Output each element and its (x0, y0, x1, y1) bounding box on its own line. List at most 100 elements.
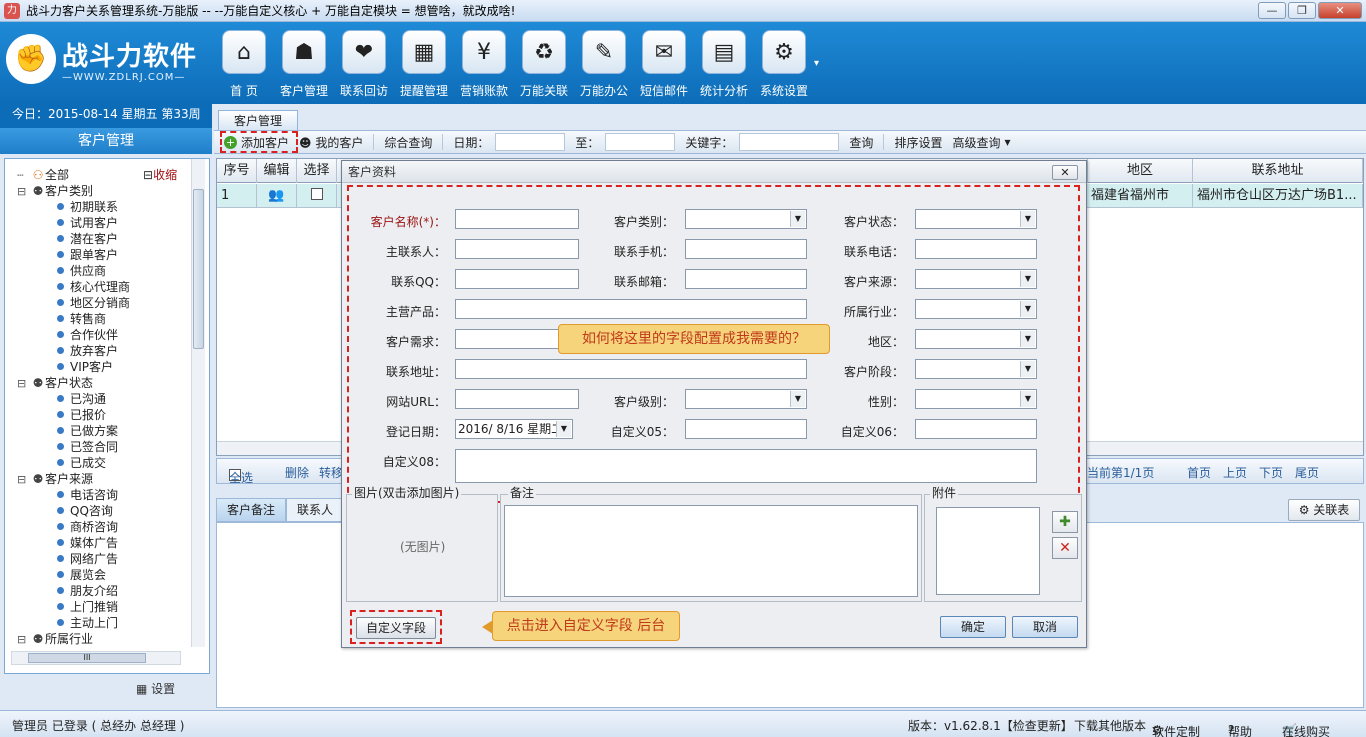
restore-button[interactable]: ❐ (1288, 2, 1316, 19)
custom08-field[interactable] (455, 449, 1037, 483)
my-customers-button[interactable]: ☻ 我的客户 (299, 134, 363, 151)
keyword-input[interactable] (739, 133, 840, 151)
download-other-versions[interactable]: 下载其他版本 (1074, 717, 1146, 734)
tree-leaf-node[interactable]: 展览会 (5, 567, 189, 583)
toolbar-button-7[interactable]: ✎ 万能办公 (574, 22, 634, 104)
industry-select[interactable] (915, 299, 1037, 319)
column-header-index[interactable]: 序号 (217, 159, 257, 183)
website-field[interactable] (455, 389, 579, 409)
customer-name-field[interactable] (455, 209, 579, 229)
column-header-region[interactable]: 地区 (1087, 159, 1193, 183)
tree-leaf-node[interactable]: 上门推销 (5, 599, 189, 615)
toolbar-button-5[interactable]: ¥ 营销账款 (454, 22, 514, 104)
add-attachment-icon[interactable]: ✚ (1052, 511, 1078, 533)
custom06-field[interactable] (915, 419, 1037, 439)
tree-leaf-node[interactable]: 地区分销商 (5, 295, 189, 311)
address-field[interactable] (455, 359, 807, 379)
register-date-picker[interactable]: 2016/ 8/16 星期二 (455, 419, 573, 439)
tree-group-node[interactable]: ⊟ ⚉ 所属行业 (5, 631, 189, 645)
toolbar-button-3[interactable]: ❤ 联系回访 (334, 22, 394, 104)
edit-users-icon[interactable]: 👥 (257, 184, 297, 208)
email-field[interactable] (685, 269, 807, 289)
mobile-field[interactable] (685, 239, 807, 259)
tree-leaf-node[interactable]: 主动上门 (5, 615, 189, 631)
main-product-field[interactable] (455, 299, 807, 319)
delete-button[interactable]: 删除 (285, 464, 309, 481)
attachment-list[interactable] (936, 507, 1040, 595)
tab-customer-notes[interactable]: 客户备注 (216, 498, 287, 522)
collapse-toggle-icon[interactable]: ⊟ (17, 472, 31, 486)
combined-query-button[interactable]: 综合查询 (384, 134, 432, 151)
tab-customer-management[interactable]: 客户管理 (218, 110, 298, 130)
tree-leaf-node[interactable]: 核心代理商 (5, 279, 189, 295)
toolbar-button-6[interactable]: ♻ 万能关联 (514, 22, 574, 104)
chevron-down-icon[interactable]: ▾ (1004, 135, 1010, 149)
tree-vertical-scrollbar[interactable] (191, 159, 205, 647)
tree-leaf-node[interactable]: 初期联系 (5, 199, 189, 215)
tree-leaf-node[interactable]: 媒体广告 (5, 535, 189, 551)
tree-group-node[interactable]: ┄ ⚇ 全部 ⊟收缩 (5, 167, 189, 183)
main-contact-field[interactable] (455, 239, 579, 259)
gender-select[interactable] (915, 389, 1037, 409)
search-button[interactable]: 查询 (849, 134, 873, 151)
minimize-button[interactable]: — (1258, 2, 1286, 19)
last-page-button[interactable]: 尾页 (1295, 464, 1319, 481)
region-select[interactable] (915, 329, 1037, 349)
tree-leaf-node[interactable]: 已做方案 (5, 423, 189, 439)
tree-leaf-node[interactable]: 网络广告 (5, 551, 189, 567)
qq-field[interactable] (455, 269, 579, 289)
tab-contacts[interactable]: 联系人 (286, 498, 345, 522)
tree-leaf-node[interactable]: 放弃客户 (5, 343, 189, 359)
date-to-input[interactable] (605, 133, 676, 151)
prev-page-button[interactable]: 上页 (1223, 464, 1247, 481)
collapse-toggle-icon[interactable]: ⊟ (17, 632, 31, 645)
tree-leaf-node[interactable]: 合作伙伴 (5, 327, 189, 343)
next-page-button[interactable]: 下页 (1259, 464, 1283, 481)
ok-button[interactable]: 确定 (940, 616, 1006, 638)
row-checkbox[interactable] (297, 184, 337, 208)
phone-field[interactable] (915, 239, 1037, 259)
delete-attachment-icon[interactable]: ✕ (1052, 537, 1078, 559)
tree-leaf-node[interactable]: 跟单客户 (5, 247, 189, 263)
advanced-query-button[interactable]: 高级查询 (952, 134, 1000, 151)
settings-link[interactable]: ▦ 设置 (136, 680, 175, 697)
tree-leaf-node[interactable]: 电话咨询 (5, 487, 189, 503)
tree-leaf-node[interactable]: QQ咨询 (5, 503, 189, 519)
tree-leaf-node[interactable]: 潜在客户 (5, 231, 189, 247)
toolbar-button-9[interactable]: ▤ 统计分析 (694, 22, 754, 104)
relation-table-button[interactable]: ⚙ 关联表 (1288, 499, 1360, 521)
tree-leaf-node[interactable]: 朋友介绍 (5, 583, 189, 599)
tree-leaf-node[interactable]: 已报价 (5, 407, 189, 423)
customer-level-select[interactable] (685, 389, 807, 409)
tree-leaf-node[interactable]: 商桥咨询 (5, 519, 189, 535)
transfer-button[interactable]: 转移 (319, 464, 343, 481)
dialog-close-button[interactable]: ✕ (1052, 165, 1078, 180)
collapse-toggle-icon[interactable]: ⊟ (17, 376, 31, 390)
tree-leaf-node[interactable]: 试用客户 (5, 215, 189, 231)
scroll-thumb[interactable] (193, 189, 204, 349)
toolbar-button-2[interactable]: ☗ 客户管理 (274, 22, 334, 104)
date-from-input[interactable] (495, 133, 566, 151)
tree-group-node[interactable]: ⊟ ⚉ 客户来源 (5, 471, 189, 487)
tree-leaf-node[interactable]: 已沟通 (5, 391, 189, 407)
note-textarea[interactable] (504, 505, 918, 597)
tree-group-node[interactable]: ⊟ ⚉ 客户状态 (5, 375, 189, 391)
first-page-button[interactable]: 首页 (1187, 464, 1211, 481)
toolbar-button-1[interactable]: ⌂ 首 页 (214, 22, 274, 104)
tree-leaf-node[interactable]: 已成交 (5, 455, 189, 471)
sort-settings-button[interactable]: 排序设置 (894, 134, 942, 151)
version-check-update[interactable]: 版本：v1.62.8.1【检查更新】 (908, 717, 1073, 734)
customer-category-select[interactable] (685, 209, 807, 229)
column-header-edit[interactable]: 编辑 (257, 159, 297, 183)
column-header-address[interactable]: 联系地址 (1193, 159, 1363, 183)
tree-group-node[interactable]: ⊟ ⚉ 客户类别 (5, 183, 189, 199)
tree-horizontal-scrollbar[interactable]: III (11, 651, 181, 665)
customer-status-select[interactable] (915, 209, 1037, 229)
tree-leaf-node[interactable]: 转售商 (5, 311, 189, 327)
customer-source-select[interactable] (915, 269, 1037, 289)
collapse-toggle-icon[interactable]: ⊟ (17, 184, 31, 198)
tree-leaf-node[interactable]: 已签合同 (5, 439, 189, 455)
collapse-tree-button[interactable]: ⊟收缩 (143, 167, 177, 183)
toolbar-button-4[interactable]: ▦ 提醒管理 (394, 22, 454, 104)
toolbar-more-icon[interactable]: ▾ (814, 58, 819, 104)
